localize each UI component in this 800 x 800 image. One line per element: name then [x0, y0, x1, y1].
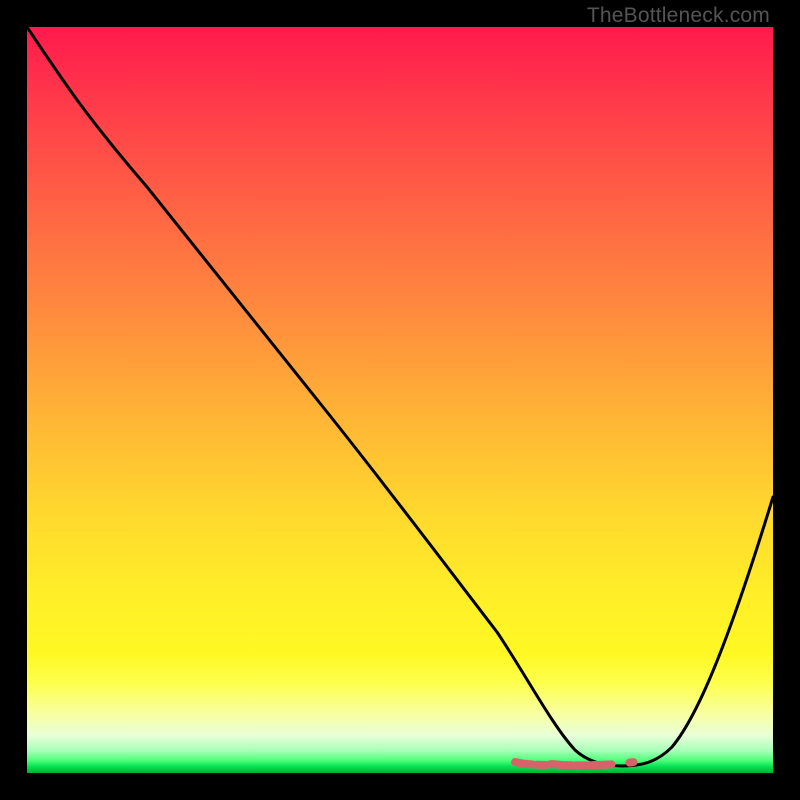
heatmap-gradient-background: [27, 27, 773, 773]
watermark-text: TheBottleneck.com: [587, 4, 770, 28]
plot-area: [27, 27, 773, 773]
